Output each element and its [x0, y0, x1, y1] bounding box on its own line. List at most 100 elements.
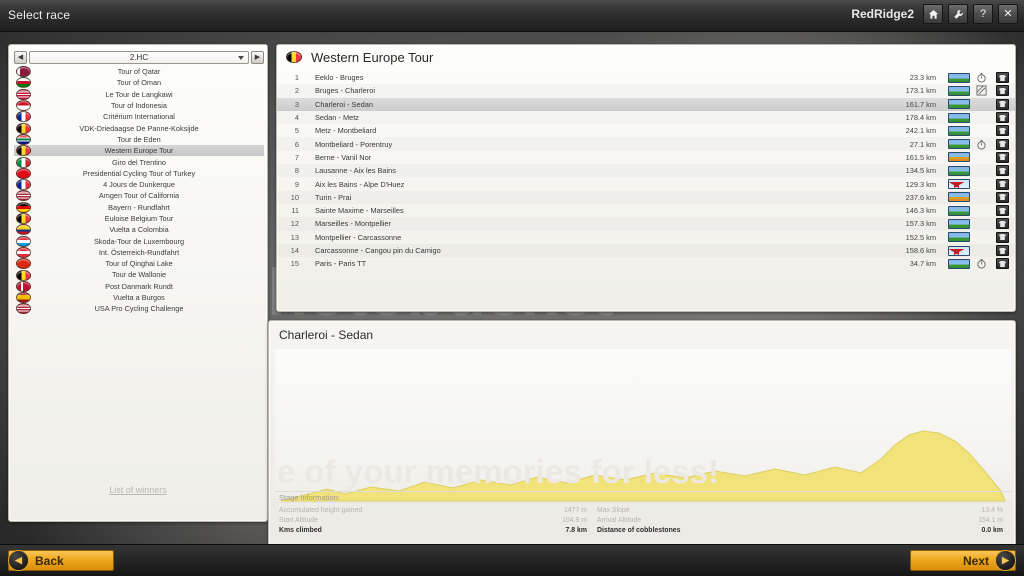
- next-button[interactable]: Next ▶: [910, 550, 1016, 571]
- stage-details-button[interactable]: [996, 112, 1009, 124]
- race-list-item[interactable]: Giro del Trentino: [14, 156, 264, 168]
- stage-profile-icon: [948, 139, 970, 150]
- race-list-item-label: Le Tour de Langkawi: [105, 89, 173, 99]
- stage-profile-icon: [948, 72, 970, 83]
- stage-row[interactable]: 13 Montpellier - Carcassonne 152.5 km: [277, 231, 1015, 244]
- stage-distance: 146.3 km: [905, 206, 936, 216]
- race-list-item[interactable]: Bayern - Rundfahrt: [14, 201, 264, 213]
- category-dropdown[interactable]: 2.HC: [29, 50, 249, 64]
- race-selection-panel: ◀ 2.HC ▶ Tour of Qatar Tour of Oman Le Tou…: [8, 44, 268, 522]
- race-list-item[interactable]: Western Europe Tour: [14, 145, 264, 157]
- stage-profile-icon: [948, 165, 970, 176]
- race-list-item[interactable]: Tour of Qinghai Lake: [14, 258, 264, 270]
- stage-row[interactable]: 5 Metz - Montbeliard 242.1 km: [277, 124, 1015, 137]
- race-list[interactable]: Tour of Qatar Tour of Oman Le Tour de Lang…: [14, 66, 264, 466]
- race-list-item[interactable]: VDK-Driedaagse De Panne-Koksijde: [14, 122, 264, 134]
- stage-row[interactable]: 6 Montbeliard - Porentruy 27.1 km: [277, 137, 1015, 150]
- stage-distance: 242.1 km: [905, 126, 936, 136]
- list-of-winners-link[interactable]: List of winners: [9, 485, 267, 495]
- stage-row[interactable]: 10 Turin - Prai 237.6 km: [277, 191, 1015, 204]
- race-list-item[interactable]: Vuelta a Burgos: [14, 292, 264, 304]
- stage-details-button[interactable]: [996, 85, 1009, 97]
- race-list-item[interactable]: Presidential Cycling Tour of Turkey: [14, 167, 264, 179]
- stage-row[interactable]: 3 Charleroi - Sedan 161.7 km: [277, 97, 1015, 111]
- stage-list-header: Western Europe Tour: [277, 45, 1015, 69]
- race-list-item[interactable]: Skoda-Tour de Luxembourg: [14, 235, 264, 247]
- stage-name: Metz - Montbeliard: [315, 126, 377, 136]
- help-icon[interactable]: ?: [973, 4, 993, 24]
- stage-profile-icon: [948, 218, 970, 229]
- category-prev-button[interactable]: ◀: [14, 50, 27, 64]
- back-arrow-icon: ◀: [8, 550, 29, 571]
- race-list-item[interactable]: Euloise Belgium Tour: [14, 213, 264, 225]
- stage-details-button[interactable]: [996, 125, 1009, 137]
- stage-row[interactable]: 12 Marseilles - Montpellier 157.3 km: [277, 217, 1015, 230]
- stage-details-button[interactable]: [996, 151, 1009, 163]
- content-area: photobucket Protect more of your memorie…: [0, 32, 1024, 544]
- race-list-item-label: Tour de Eden: [117, 134, 161, 144]
- stage-details-button[interactable]: [996, 191, 1009, 203]
- stage-details-button[interactable]: [996, 205, 1009, 217]
- stage-number: 6: [294, 139, 299, 149]
- race-list-item[interactable]: Tour de Wallonie: [14, 269, 264, 281]
- race-list-item[interactable]: Amgen Tour of California: [14, 190, 264, 202]
- stage-row[interactable]: 15 Paris - Paris TT 34.7 km: [277, 257, 1015, 270]
- back-button[interactable]: ◀ Back: [8, 550, 114, 571]
- stage-number: 1: [294, 73, 299, 83]
- race-list-item[interactable]: Vuelta a Colombia: [14, 224, 264, 236]
- stage-number: 2: [294, 86, 299, 96]
- stage-details-button[interactable]: [996, 72, 1009, 84]
- stage-row[interactable]: 9 Aix les Bains - Alpe D'Huez 129.3 km: [277, 177, 1015, 190]
- stage-row[interactable]: 14 Carcassonne - Cangou pin du Camigo 158.…: [277, 244, 1015, 257]
- stage-details-button[interactable]: [996, 258, 1009, 270]
- stage-row[interactable]: 8 Lausanne - Aix les Bains 134.5 km: [277, 164, 1015, 177]
- stage-list-panel: Western Europe Tour 1 Eeklo - Bruges 23.3 …: [276, 44, 1016, 312]
- race-list-item[interactable]: Le Tour de Langkawi: [14, 88, 264, 100]
- race-list-item[interactable]: Tour de Eden: [14, 133, 264, 145]
- stage-details-button[interactable]: [996, 98, 1009, 110]
- race-list-item[interactable]: Post Danmark Rundt: [14, 280, 264, 292]
- stage-profile-icon: [948, 152, 970, 163]
- race-list-item[interactable]: Tour of Oman: [14, 77, 264, 89]
- stage-details-button[interactable]: [996, 178, 1009, 190]
- stage-number: 5: [294, 126, 299, 136]
- category-next-button[interactable]: ▶: [251, 50, 264, 64]
- race-list-item[interactable]: Int. Österreich-Rundfahrt: [14, 246, 264, 258]
- home-icon[interactable]: [923, 4, 943, 24]
- race-list-item[interactable]: 4 Jours de Dunkerque: [14, 179, 264, 191]
- stage-details-button[interactable]: [996, 165, 1009, 177]
- race-list-item-label: Vuelta a Burgos: [113, 293, 165, 303]
- stage-information-label: Stage information:: [275, 491, 1011, 503]
- stage-row[interactable]: 7 Berne - Vanil Nor 161.5 km: [277, 151, 1015, 164]
- stage-details-button[interactable]: [996, 138, 1009, 150]
- stage-number: 8: [294, 166, 299, 176]
- stage-row[interactable]: 2 Bruges - Charleroi 173.1 km: [277, 84, 1015, 97]
- stage-row[interactable]: 11 Sainte Maxime - Marseilles 146.3 km: [277, 204, 1015, 217]
- stage-details-button[interactable]: [996, 231, 1009, 243]
- stage-distance: 178.4 km: [905, 113, 936, 123]
- race-list-item-label: Tour of Qinghai Lake: [105, 259, 173, 269]
- stage-row[interactable]: 1 Eeklo - Bruges 23.3 km: [277, 71, 1015, 84]
- stage-distance: 34.7 km: [909, 259, 936, 269]
- race-list-item-label: Post Danmark Rundt: [105, 281, 173, 291]
- stage-row[interactable]: 4 Sedan - Metz 178.4 km: [277, 111, 1015, 124]
- stage-name: Carcassonne - Cangou pin du Camigo: [315, 246, 441, 255]
- stage-info-row: Accumulated height gained 1477 m Max Slope…: [275, 505, 1011, 515]
- race-list-item[interactable]: Critérium International: [14, 111, 264, 123]
- stage-info-left-label: Accumulated height gained: [279, 506, 363, 514]
- wrench-icon[interactable]: [948, 4, 968, 24]
- close-icon[interactable]: ✕: [998, 4, 1018, 24]
- race-list-item[interactable]: USA Pro Cycling Challenge: [14, 303, 264, 315]
- stage-distance: 158.6 km: [905, 246, 936, 255]
- race-list-item[interactable]: Tour of Qatar: [14, 66, 264, 78]
- stage-list[interactable]: 1 Eeklo - Bruges 23.3 km 2 Bruges - Charlero…: [277, 71, 1015, 270]
- stage-details-button[interactable]: [996, 245, 1009, 256]
- stage-number: 4: [294, 113, 299, 123]
- title-bar-controls: RedRidge2 ? ✕: [851, 4, 1018, 24]
- stage-profile-icon: [948, 232, 970, 243]
- race-list-item[interactable]: Tour of Indonesia: [14, 100, 264, 112]
- race-category-selector[interactable]: ◀ 2.HC ▶: [14, 50, 264, 64]
- stage-name: Aix les Bains - Alpe D'Huez: [315, 179, 405, 189]
- stage-elevation-profile: e of your memories for less!: [275, 349, 1011, 513]
- stage-details-button[interactable]: [996, 218, 1009, 230]
